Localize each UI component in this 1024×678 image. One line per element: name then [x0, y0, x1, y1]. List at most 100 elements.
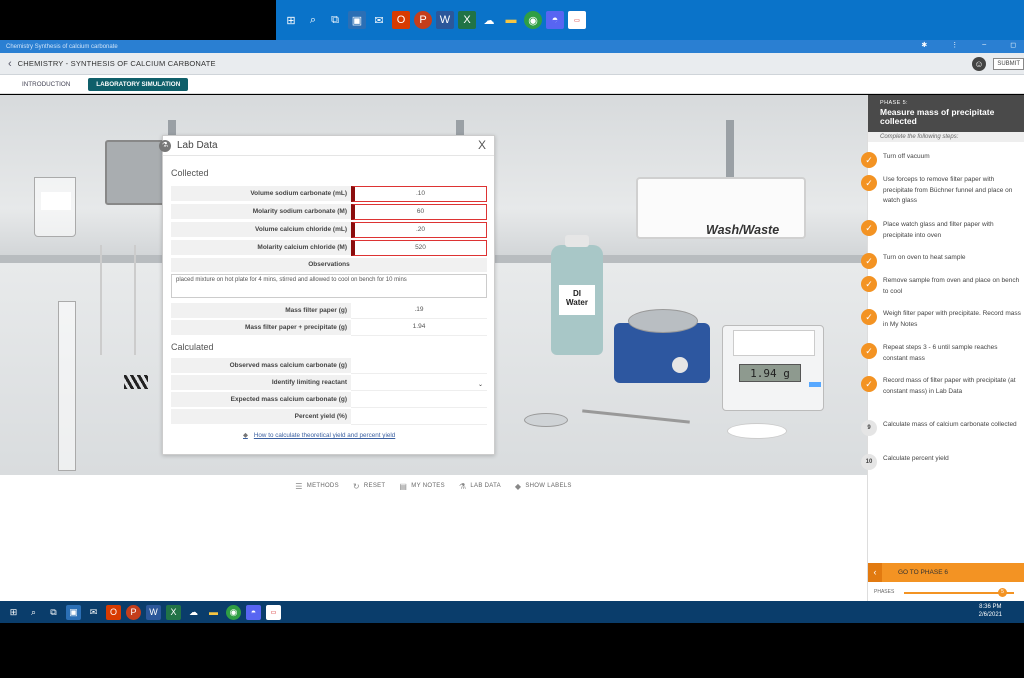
- sim-toolbar: ☰ METHODS ↻ RESET ▤ MY NOTES ⚗ LAB DATA ◆ SHO…: [0, 475, 867, 497]
- balance-display: 1.94 g: [739, 364, 801, 382]
- watch-glass[interactable]: [524, 413, 568, 427]
- weather-icon[interactable]: ☁: [186, 605, 201, 620]
- list-item: 10 Calculate percent yield: [861, 454, 1024, 470]
- check-icon: ✓: [861, 309, 877, 325]
- powerpoint-icon[interactable]: P: [414, 11, 432, 29]
- back-chevron-icon[interactable]: ‹: [8, 58, 12, 70]
- word-icon[interactable]: W: [436, 11, 454, 29]
- stir-rods[interactable]: [124, 375, 148, 389]
- hot-plate-knob[interactable]: [672, 357, 688, 373]
- collected-heading: Collected: [171, 168, 209, 178]
- weather-icon[interactable]: ☁: [480, 11, 498, 29]
- table-row: Expected mass calcium carbonate (g): [171, 392, 487, 408]
- row-input[interactable]: [351, 409, 487, 425]
- reset-button[interactable]: ↻ RESET: [353, 482, 386, 491]
- office-icon[interactable]: O: [392, 11, 410, 29]
- submit-button[interactable]: SUBMIT: [993, 58, 1024, 70]
- chrome-icon[interactable]: ◉: [226, 604, 241, 620]
- lab-data-title: Lab Data: [177, 140, 218, 151]
- phase-label: PHASE 5:: [880, 100, 908, 106]
- mail-icon[interactable]: ✉: [86, 605, 101, 620]
- folder-icon[interactable]: ▬: [502, 11, 520, 29]
- accessibility-icon[interactable]: ☺: [972, 57, 986, 71]
- table-row: Molarity calcium chloride (M) 520: [171, 240, 487, 256]
- flask-icon: ⚗: [159, 139, 171, 152]
- row-input[interactable]: [351, 358, 487, 374]
- row-input[interactable]: 60: [351, 204, 487, 220]
- observations-textarea[interactable]: placed mixture on hot plate for 4 mins, …: [171, 274, 487, 298]
- go-to-phase-button[interactable]: ‹ GO TO PHASE 6: [868, 563, 1024, 582]
- tab-laboratory-simulation[interactable]: LABORATORY SIMULATION: [88, 77, 189, 91]
- windows-start-icon[interactable]: ⊞: [282, 11, 300, 29]
- check-icon: ✓: [861, 276, 877, 292]
- mail-icon[interactable]: ✉: [370, 11, 388, 29]
- pin-icon[interactable]: ✱: [921, 41, 927, 49]
- word-icon[interactable]: W: [146, 604, 161, 620]
- pipettes[interactable]: [100, 245, 136, 355]
- chrome-icon[interactable]: ◉: [524, 11, 542, 29]
- search-icon[interactable]: ⌕: [304, 11, 322, 29]
- app-icon[interactable]: ▭: [568, 11, 586, 29]
- system-clock[interactable]: 8:36 PM 2/6/2021: [979, 603, 1002, 619]
- row-input[interactable]: .20: [351, 222, 487, 238]
- lab-data-header: ⚗ Lab Data X: [159, 136, 494, 156]
- notes-icon: ▤: [399, 481, 408, 491]
- phase-sidebar: PHASE 5: Measure mass of precipitate col…: [861, 95, 1024, 601]
- help-link-text[interactable]: How to calculate theoretical yield and p…: [254, 432, 395, 439]
- more-icon[interactable]: ⋮: [951, 41, 958, 49]
- row-input[interactable]: 1.94: [351, 320, 487, 336]
- windows-start-icon[interactable]: ⊞: [6, 605, 21, 620]
- folder-icon[interactable]: ▬: [206, 605, 221, 620]
- excel-icon[interactable]: X: [458, 11, 476, 29]
- minimize-icon[interactable]: –: [982, 41, 986, 49]
- close-button[interactable]: X: [478, 138, 486, 152]
- methods-label: METHODS: [306, 483, 339, 489]
- observations-heading: Observations: [171, 258, 487, 272]
- powerpoint-icon[interactable]: P: [126, 604, 141, 620]
- di-water-bottle[interactable]: DI Water: [551, 235, 603, 355]
- graduated-cylinder[interactable]: [58, 301, 76, 471]
- row-input[interactable]: 520: [351, 240, 487, 256]
- office-icon[interactable]: O: [106, 604, 121, 620]
- page-title: CHEMISTRY - SYNTHESIS OF CALCIUM CARBONA…: [17, 59, 216, 68]
- step-text: Remove sample from oven and place on ben…: [883, 277, 1020, 295]
- task-view-icon[interactable]: ⧉: [326, 11, 344, 29]
- tab-introduction[interactable]: INTRODUCTION: [14, 78, 78, 91]
- row-input[interactable]: .19: [351, 303, 487, 319]
- calculated-heading: Calculated: [171, 342, 214, 352]
- task-view-icon[interactable]: ⧉: [46, 605, 61, 620]
- store-icon[interactable]: ▣: [348, 11, 366, 29]
- step-text: Calculate mass of calcium carbonate coll…: [883, 421, 1017, 428]
- table-row: Identify limiting reactant ⌄: [171, 375, 487, 391]
- bottom-taskbar: ⊞ ⌕ ⧉ ▣ ✉ O P W X ☁ ▬ ◉ ◓ ▭ 8:36 PM 2/6/…: [0, 601, 1024, 623]
- tag-icon: ◆: [514, 481, 522, 491]
- app-icon[interactable]: ▭: [266, 604, 281, 620]
- discord-icon[interactable]: ◓: [246, 604, 261, 620]
- table-row: Volume calcium chloride (mL) .20: [171, 222, 487, 238]
- clock-time: 8:36 PM: [979, 604, 1002, 610]
- my-notes-button[interactable]: ▤ MY NOTES: [399, 482, 445, 491]
- filter-papers[interactable]: [727, 423, 787, 439]
- help-link[interactable]: ◆ How to calculate theoretical yield and…: [243, 432, 395, 439]
- tare-button[interactable]: [809, 382, 821, 387]
- row-input[interactable]: [351, 392, 487, 408]
- list-item: ✓ Use forceps to remove filter paper with…: [861, 175, 1024, 207]
- instructions-text: Complete the following steps:: [868, 132, 1024, 142]
- excel-icon[interactable]: X: [166, 604, 181, 620]
- limiting-reactant-select[interactable]: ⌄: [351, 375, 487, 391]
- window-titlebar: Chemistry Synthesis of calcium carbonate…: [0, 40, 1024, 53]
- methods-button[interactable]: ☰ METHODS: [295, 482, 339, 491]
- phase-dot[interactable]: 5: [998, 588, 1007, 597]
- row-input[interactable]: .10: [351, 186, 487, 202]
- balance[interactable]: 1.94 g: [722, 325, 824, 411]
- store-icon[interactable]: ▣: [66, 604, 81, 620]
- show-labels-button[interactable]: ◆ SHOW LABELS: [515, 482, 572, 491]
- faucet: [726, 120, 734, 180]
- discord-icon[interactable]: ◓: [546, 11, 564, 29]
- lab-data-button[interactable]: ⚗ LAB DATA: [459, 482, 501, 491]
- list-item: ✓ Record mass of filter paper with precip…: [861, 376, 1024, 397]
- restore-icon[interactable]: ◻: [1010, 41, 1016, 49]
- hot-plate[interactable]: [614, 309, 710, 383]
- chemical-disposal-beaker[interactable]: [34, 177, 76, 237]
- search-icon[interactable]: ⌕: [26, 605, 41, 620]
